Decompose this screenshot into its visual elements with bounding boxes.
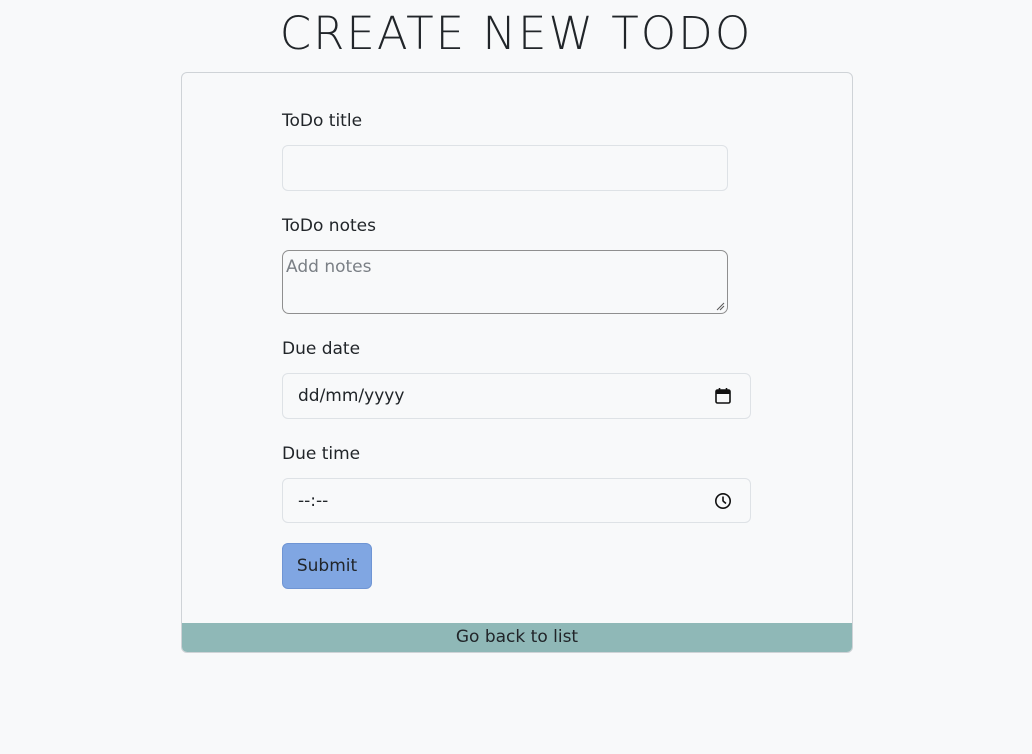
todo-title-label: ToDo title — [282, 111, 363, 131]
todo-notes-label: ToDo notes — [282, 216, 376, 236]
due-date-value: dd/mm/yyyy — [298, 386, 405, 406]
page-title: CREATE NEW TODO — [279, 7, 753, 60]
todo-form-card: ToDo title ToDo notes Add notes Due date… — [181, 72, 853, 653]
resize-grip-icon[interactable] — [716, 302, 725, 311]
due-date-input[interactable]: dd/mm/yyyy — [282, 373, 751, 419]
clock-icon[interactable] — [714, 492, 732, 510]
todo-notes-placeholder: Add notes — [286, 257, 372, 277]
due-time-input[interactable]: --:-- — [282, 478, 751, 523]
calendar-icon[interactable] — [714, 387, 732, 405]
todo-title-input[interactable] — [282, 145, 728, 191]
due-time-value: --:-- — [298, 491, 329, 511]
submit-button[interactable]: Submit — [282, 543, 372, 589]
due-time-label: Due time — [282, 444, 361, 464]
due-date-label: Due date — [282, 339, 361, 359]
go-back-to-list-link[interactable]: Go back to list — [182, 623, 852, 652]
todo-notes-textarea[interactable]: Add notes — [282, 250, 728, 314]
